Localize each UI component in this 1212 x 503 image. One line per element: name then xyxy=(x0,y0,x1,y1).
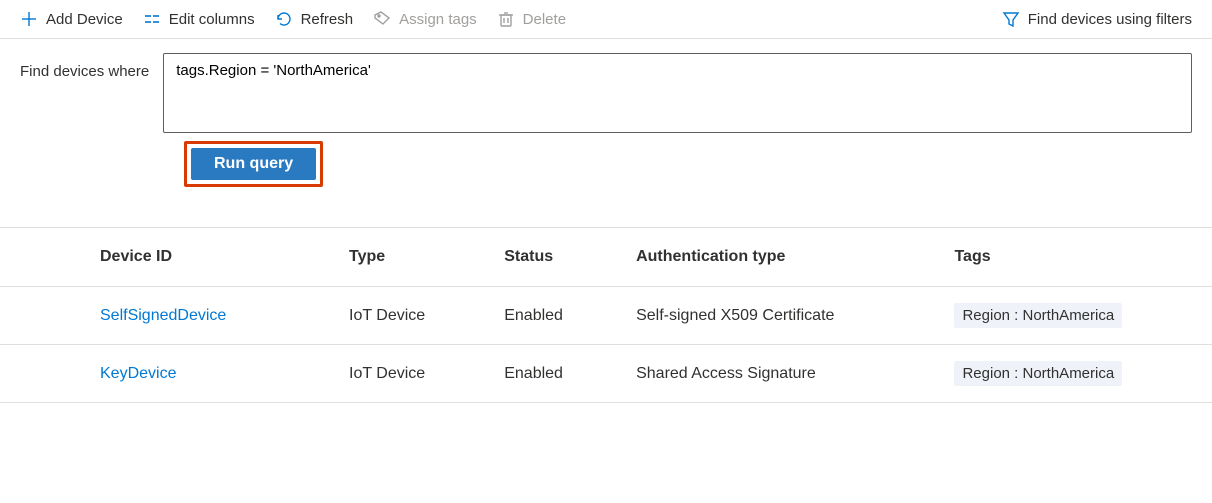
header-auth-type[interactable]: Authentication type xyxy=(616,228,934,287)
add-device-label: Add Device xyxy=(46,11,123,28)
columns-icon xyxy=(143,10,161,28)
query-label: Find devices where xyxy=(20,53,149,80)
refresh-label: Refresh xyxy=(301,11,354,28)
assign-tags-button: Assign tags xyxy=(373,10,477,28)
device-auth-cell: Self-signed X509 Certificate xyxy=(616,287,934,345)
devices-table: Device ID Type Status Authentication typ… xyxy=(0,227,1212,403)
device-id-link[interactable]: KeyDevice xyxy=(100,365,176,382)
edit-columns-label: Edit columns xyxy=(169,11,255,28)
header-device-id[interactable]: Device ID xyxy=(0,228,329,287)
run-query-highlight: Run query xyxy=(184,141,323,187)
toolbar: Add Device Edit columns Refresh Assign t… xyxy=(0,0,1212,39)
device-auth-cell: Shared Access Signature xyxy=(616,345,934,403)
edit-columns-button[interactable]: Edit columns xyxy=(143,10,255,28)
run-query-button[interactable]: Run query xyxy=(191,148,316,180)
tag-icon xyxy=(373,10,391,28)
device-status-cell: Enabled xyxy=(484,345,616,403)
find-devices-filters-label: Find devices using filters xyxy=(1028,11,1192,28)
header-type[interactable]: Type xyxy=(329,228,484,287)
add-device-button[interactable]: Add Device xyxy=(20,10,123,28)
table-row: SelfSignedDevice IoT Device Enabled Self… xyxy=(0,287,1212,345)
query-input[interactable] xyxy=(163,53,1192,133)
table-row: KeyDevice IoT Device Enabled Shared Acce… xyxy=(0,345,1212,403)
plus-icon xyxy=(20,10,38,28)
assign-tags-label: Assign tags xyxy=(399,11,477,28)
device-id-link[interactable]: SelfSignedDevice xyxy=(100,307,226,324)
filter-icon xyxy=(1002,10,1020,28)
device-status-cell: Enabled xyxy=(484,287,616,345)
device-type-cell: IoT Device xyxy=(329,345,484,403)
run-query-row: Run query xyxy=(164,141,1212,217)
table-header-row: Device ID Type Status Authentication typ… xyxy=(0,228,1212,287)
refresh-icon xyxy=(275,10,293,28)
query-row: Find devices where xyxy=(0,39,1212,141)
header-tags[interactable]: Tags xyxy=(934,228,1212,287)
delete-button: Delete xyxy=(497,10,566,28)
refresh-button[interactable]: Refresh xyxy=(275,10,354,28)
find-devices-filters-button[interactable]: Find devices using filters xyxy=(1002,10,1192,28)
header-status[interactable]: Status xyxy=(484,228,616,287)
device-type-cell: IoT Device xyxy=(329,287,484,345)
trash-icon xyxy=(497,10,515,28)
delete-label: Delete xyxy=(523,11,566,28)
tag-chip: Region : NorthAmerica xyxy=(954,303,1122,328)
tag-chip: Region : NorthAmerica xyxy=(954,361,1122,386)
